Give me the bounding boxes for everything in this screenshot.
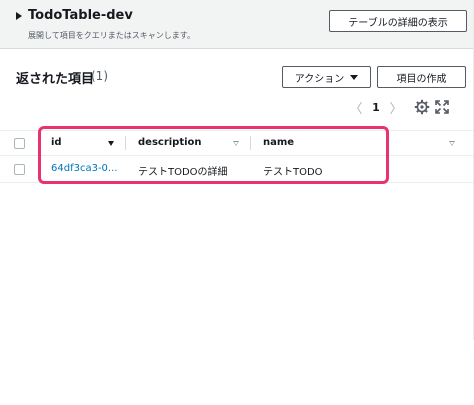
item-description: テストTODOの詳細: [138, 167, 228, 178]
column-header-name[interactable]: name: [263, 137, 294, 148]
item-name: テストTODO: [263, 167, 323, 178]
expand-icon[interactable]: [434, 99, 450, 115]
gear-icon[interactable]: [414, 99, 430, 115]
returned-items-count: (1): [91, 69, 108, 83]
column-header-id[interactable]: id: [51, 137, 62, 148]
column-divider[interactable]: [125, 136, 126, 150]
show-table-details-label: テーブルの詳細の表示: [348, 17, 448, 29]
table-title: TodoTable-dev: [28, 8, 133, 23]
next-page-button[interactable]: 〉: [389, 98, 403, 117]
expand-caret-icon[interactable]: [16, 12, 22, 20]
table-subtitle: 展開して項目をクエリまたはスキャンします。: [28, 31, 195, 40]
select-all-checkbox[interactable]: [14, 138, 25, 149]
current-page-number[interactable]: 1: [369, 98, 383, 116]
table-column-header: id description name: [0, 130, 474, 156]
show-table-details-button[interactable]: テーブルの詳細の表示: [329, 10, 467, 32]
table-row[interactable]: 64df3ca3-0... テストTODOの詳細 テストTODO: [0, 156, 474, 183]
items-panel: TodoTable-dev 展開して項目をクエリまたはスキャンします。 テーブル…: [0, 0, 474, 340]
create-item-label: 項目の作成: [396, 73, 447, 85]
caret-down-icon: [350, 74, 359, 80]
create-item-button[interactable]: 項目の作成: [377, 66, 466, 88]
row-checkbox[interactable]: [14, 164, 25, 175]
sort-descending-icon[interactable]: [108, 141, 114, 146]
previous-page-button[interactable]: 〈: [349, 98, 363, 117]
column-header-description[interactable]: description: [138, 137, 202, 148]
returned-items-title: 返された項目: [16, 72, 95, 87]
item-id-link[interactable]: 64df3ca3-0...: [51, 163, 117, 174]
sort-icon[interactable]: [233, 141, 239, 146]
column-divider[interactable]: [250, 136, 251, 150]
actions-dropdown-button[interactable]: アクション: [282, 66, 371, 88]
actions-label: アクション: [294, 73, 345, 85]
table-header-bar[interactable]: TodoTable-dev 展開して項目をクエリまたはスキャンします。 テーブル…: [0, 0, 474, 49]
sort-icon[interactable]: [449, 141, 455, 146]
